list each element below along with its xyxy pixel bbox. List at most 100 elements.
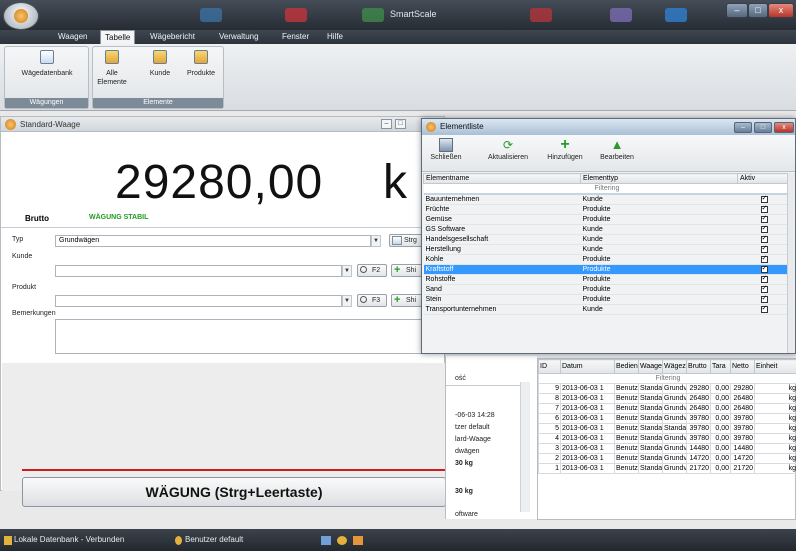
waegedatenbank-button[interactable]: Wägedatenbank bbox=[9, 50, 85, 78]
table-row[interactable]: 8 2013-06-03 1 Benutz Standa Grundv 26480 0,00… bbox=[538, 393, 796, 404]
table-row[interactable]: 9 2013-06-03 1 Benutz Standa Grundv 29280 0,00… bbox=[538, 383, 796, 394]
table-row[interactable]: 2 2013-06-03 1 Benutz Standa Grundv 14720 0,00… bbox=[538, 453, 796, 464]
elem-col-header[interactable]: Aktiv bbox=[737, 173, 789, 184]
refresh-icon: ⟳ bbox=[502, 138, 514, 152]
table-row[interactable]: 6 2013-06-03 1 Benutz Standa Grundv 39780 0,00… bbox=[538, 413, 796, 424]
panel-minimize-button[interactable]: – bbox=[381, 119, 392, 129]
checkbox-icon[interactable] bbox=[760, 305, 768, 313]
table-cell: 2013-06-03 1 bbox=[560, 463, 615, 474]
checkbox-icon[interactable] bbox=[760, 205, 768, 213]
elementliste-scrollbar[interactable] bbox=[787, 173, 795, 353]
detail-scrollbar[interactable] bbox=[520, 382, 530, 512]
filter-row[interactable]: Filtering bbox=[423, 183, 789, 195]
kunde-field[interactable] bbox=[55, 265, 342, 277]
kunde-search-button[interactable]: F2 bbox=[357, 264, 387, 277]
close-button[interactable]: x bbox=[768, 3, 794, 18]
elem-col-header[interactable]: Elementname bbox=[423, 173, 581, 184]
bearbeiten-button[interactable]: ▲ Bearbeiten bbox=[596, 138, 638, 162]
checkbox-icon[interactable] bbox=[760, 225, 768, 233]
scale-icon[interactable] bbox=[337, 536, 347, 545]
produkt-field[interactable] bbox=[55, 295, 342, 307]
minimize-button[interactable]: – bbox=[726, 3, 748, 18]
grid-col-header[interactable]: Tara bbox=[710, 359, 731, 374]
tab-waegebericht[interactable]: Wägebericht bbox=[150, 30, 195, 44]
detail-line: dwägen bbox=[455, 448, 480, 455]
table-cell: Benutz bbox=[614, 383, 639, 394]
list-item[interactable]: Stein Produkte bbox=[423, 294, 789, 305]
table-icon bbox=[392, 236, 402, 245]
produkt-search-button[interactable]: F3 bbox=[357, 294, 387, 307]
tab-waagen[interactable]: Waagen bbox=[58, 30, 88, 44]
kunde-button[interactable]: Kunde bbox=[145, 50, 175, 78]
table-row[interactable]: 4 2013-06-03 1 Benutz Standa Grundv 39780 0,00… bbox=[538, 433, 796, 444]
checkbox-icon[interactable] bbox=[760, 215, 768, 223]
table-row[interactable]: 7 2013-06-03 1 Benutz Standa Grundv 26480 0,00… bbox=[538, 403, 796, 414]
chevron-down-icon[interactable]: ▼ bbox=[342, 295, 352, 307]
grid-col-header[interactable]: Datum bbox=[560, 359, 615, 374]
filter-cell[interactable]: Filtering bbox=[423, 183, 789, 195]
table-icon bbox=[194, 50, 208, 64]
list-item[interactable]: Früchte Produkte bbox=[423, 204, 789, 215]
list-item[interactable]: Sand Produkte bbox=[423, 284, 789, 295]
checkbox-icon[interactable] bbox=[760, 285, 768, 293]
hinzufuegen-button[interactable]: + Hinzufügen bbox=[542, 137, 588, 162]
tab-verwaltung[interactable]: Verwaltung bbox=[219, 30, 259, 44]
grid-col-header[interactable]: Netto bbox=[730, 359, 755, 374]
list-item[interactable]: Rohstoffe Produkte bbox=[423, 274, 789, 285]
maximize-button[interactable]: □ bbox=[748, 3, 768, 18]
chevron-down-icon[interactable]: ▼ bbox=[371, 235, 381, 247]
grid-col-header[interactable]: Waage bbox=[638, 359, 663, 374]
tab-hilfe[interactable]: Hilfe bbox=[327, 30, 343, 44]
checkbox-icon[interactable] bbox=[760, 255, 768, 263]
list-item[interactable]: Transportunternehmen Kunde bbox=[423, 304, 789, 315]
schliessen-button[interactable]: Schließen bbox=[430, 138, 462, 161]
produkte-button[interactable]: Produkte bbox=[183, 50, 219, 78]
table-cell: Benutz bbox=[614, 443, 639, 454]
app-menu-orb[interactable] bbox=[3, 2, 39, 30]
table-row[interactable]: 3 2013-06-03 1 Benutz Standa Grundv 14480 0,00… bbox=[538, 443, 796, 454]
grid-col-header[interactable]: Brutto bbox=[686, 359, 711, 374]
table-icon bbox=[105, 50, 119, 64]
grid-col-header[interactable]: ID bbox=[538, 359, 561, 374]
ew-maximize-button[interactable]: □ bbox=[754, 122, 772, 133]
table-row[interactable]: 5 2013-06-03 1 Benutz Standa Standa 39780 0,00… bbox=[538, 423, 796, 434]
table-cell: 0,00 bbox=[710, 453, 731, 464]
checkbox-icon[interactable] bbox=[760, 275, 768, 283]
checkbox-icon[interactable] bbox=[760, 194, 768, 203]
typ-select[interactable]: Grundwägen bbox=[55, 235, 371, 247]
filter-cell[interactable]: Filtering bbox=[538, 373, 796, 384]
list-item[interactable]: Bauunternehmen Kunde bbox=[423, 194, 789, 205]
panel-maximize-button[interactable]: □ bbox=[395, 119, 406, 129]
checkbox-icon[interactable] bbox=[760, 265, 768, 273]
list-item[interactable]: Handelsgesellschaft Kunde bbox=[423, 234, 789, 245]
grid-col-header[interactable]: Wägez bbox=[662, 359, 687, 374]
grid-col-header[interactable]: Bedien bbox=[614, 359, 639, 374]
tab-fenster[interactable]: Fenster bbox=[282, 30, 309, 44]
alle-elemente-button[interactable]: Alle Elemente bbox=[97, 50, 127, 87]
aktualisieren-button[interactable]: ⟳ Aktualisieren bbox=[482, 138, 534, 161]
checkbox-icon[interactable] bbox=[760, 245, 768, 253]
list-item[interactable]: GS Software Kunde bbox=[423, 224, 789, 235]
table-icon[interactable] bbox=[353, 536, 363, 545]
list-item[interactable]: Gemüse Produkte bbox=[423, 214, 789, 225]
weigh-button[interactable]: WÄGUNG (Strg+Leertaste) bbox=[22, 477, 446, 507]
chevron-down-icon[interactable]: ▼ bbox=[342, 265, 352, 277]
ew-close-button[interactable]: x bbox=[774, 122, 794, 133]
bemerkungen-textarea[interactable] bbox=[55, 319, 430, 354]
elem-col-header[interactable]: Elementtyp bbox=[580, 173, 738, 184]
list-item[interactable]: Kohle Produkte bbox=[423, 254, 789, 265]
checkbox-icon[interactable] bbox=[760, 235, 768, 243]
database-icon[interactable] bbox=[321, 536, 331, 545]
produkt-label: Produkt bbox=[12, 284, 37, 291]
ew-minimize-button[interactable]: – bbox=[734, 122, 752, 133]
list-item[interactable]: Kraftstoff Produkte bbox=[423, 264, 789, 275]
stable-status: WÄGUNG STABIL bbox=[89, 214, 149, 221]
table-row[interactable]: 1 2013-06-03 1 Benutz Standa Grundv 21720 0,00… bbox=[538, 463, 796, 474]
list-item[interactable]: Herstellung Kunde bbox=[423, 244, 789, 255]
checkbox-icon[interactable] bbox=[760, 295, 768, 303]
tab-tabelle[interactable]: Tabelle bbox=[100, 30, 136, 44]
grid-col-header[interactable]: Einheit bbox=[754, 359, 796, 374]
elementliste-titlebar[interactable]: Elementliste – □ x bbox=[422, 119, 795, 135]
brutto-label: Brutto bbox=[25, 214, 49, 223]
filter-row[interactable]: Filtering bbox=[538, 373, 796, 384]
